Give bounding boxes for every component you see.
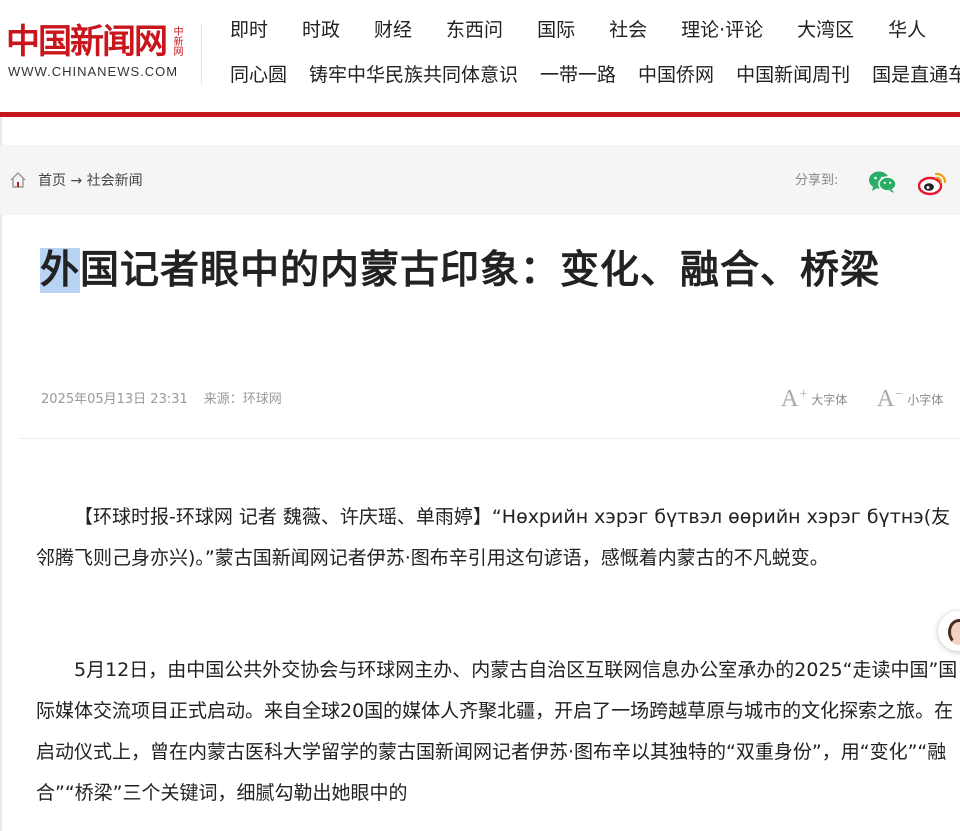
nav-secondary: 同心圆 铸牢中华民族共同体意识 一带一路 中国侨网 中国新闻周刊 国是直通车 [230,62,960,88]
logo-divider [201,24,202,84]
nav-item-qiaowang[interactable]: 中国侨网 [638,62,714,88]
site-header: 中国新闻网 中新网 WWW.CHINANEWS.COM 即时 时政 财经 东西问… [0,0,960,112]
font-small-label: 小字体 [907,393,944,407]
nav-item-guoji[interactable]: 国际 [537,17,575,43]
nav-item-shizheng[interactable]: 时政 [302,17,340,43]
publish-date: 2025年05月13日 23:31 [41,392,188,407]
logo-tag: 中新网 [171,26,182,56]
nav-item-jishi[interactable]: 即时 [230,17,268,43]
title-text: 国记者眼中的内蒙古印象：变化、融合、桥梁 [80,248,881,293]
nav-item-zhulao[interactable]: 铸牢中华民族共同体意识 [309,62,518,88]
site-logo[interactable]: 中国新闻网 中新网 WWW.CHINANEWS.COM [6,22,186,84]
article-source: 来源：环球网 [203,392,282,407]
font-size-increase-button[interactable]: A+ 大字体 [781,386,847,413]
article-meta: 2025年05月13日 23:31 来源：环球网 [41,390,282,410]
logo-text: 中国新闻网 [6,22,168,62]
floating-avatar-button[interactable] [938,611,960,651]
weibo-share-icon[interactable] [918,170,948,196]
breadcrumb-bar: 首页 → 社会新闻 分享到: [0,145,960,215]
title-selected-text: 外 [40,248,81,293]
font-big-label: 大字体 [811,393,848,407]
header-red-bar [0,112,960,117]
breadcrumb: 首页 → 社会新闻 [38,171,143,191]
share-label: 分享到: [795,173,839,188]
nav-item-dongxiwen[interactable]: 东西问 [446,17,503,43]
nav-item-shehui[interactable]: 社会 [609,17,647,43]
nav-primary: 即时 时政 财经 东西问 国际 社会 理论·评论 大湾区 华人 [230,17,960,43]
left-edge [0,117,2,831]
wechat-share-icon[interactable] [868,170,898,194]
breadcrumb-arrow: → [70,173,83,189]
font-decrease-icon: A− [877,386,904,412]
font-increase-icon: A+ [781,386,808,412]
nav-item-dawanqu[interactable]: 大湾区 [797,17,854,43]
nav-item-guoshi[interactable]: 国是直通车 [872,62,960,88]
nav-item-huaren[interactable]: 华人 [888,17,926,43]
nav-item-tongxinyuan[interactable]: 同心圆 [230,62,287,88]
article-paragraph: 【环球时报-环球网 记者 魏薇、许庆瑶、单雨婷】“Нөхрийн хэрэг б… [36,506,951,569]
nav-item-yidaiyilu[interactable]: 一带一路 [540,62,616,88]
home-icon[interactable] [9,171,27,189]
article-title: 外国记者眼中的内蒙古印象：变化、融合、桥梁 [40,244,940,298]
article-paragraph: 5月12日，由中国公共外交协会与环球网主办、内蒙古自治区互联网信息办公室承办的2… [36,659,958,804]
avatar-face-icon [948,619,960,645]
breadcrumb-home[interactable]: 首页 [38,173,66,189]
nav-item-zhoukan[interactable]: 中国新闻周刊 [736,62,850,88]
font-size-decrease-button[interactable]: A− 小字体 [877,386,943,413]
nav-item-lilun-pinglun[interactable]: 理论·评论 [681,17,763,43]
logo-url: WWW.CHINANEWS.COM [8,64,179,79]
meta-divider [20,438,960,439]
nav-item-caijing[interactable]: 财经 [374,17,412,43]
breadcrumb-section[interactable]: 社会新闻 [87,173,143,189]
